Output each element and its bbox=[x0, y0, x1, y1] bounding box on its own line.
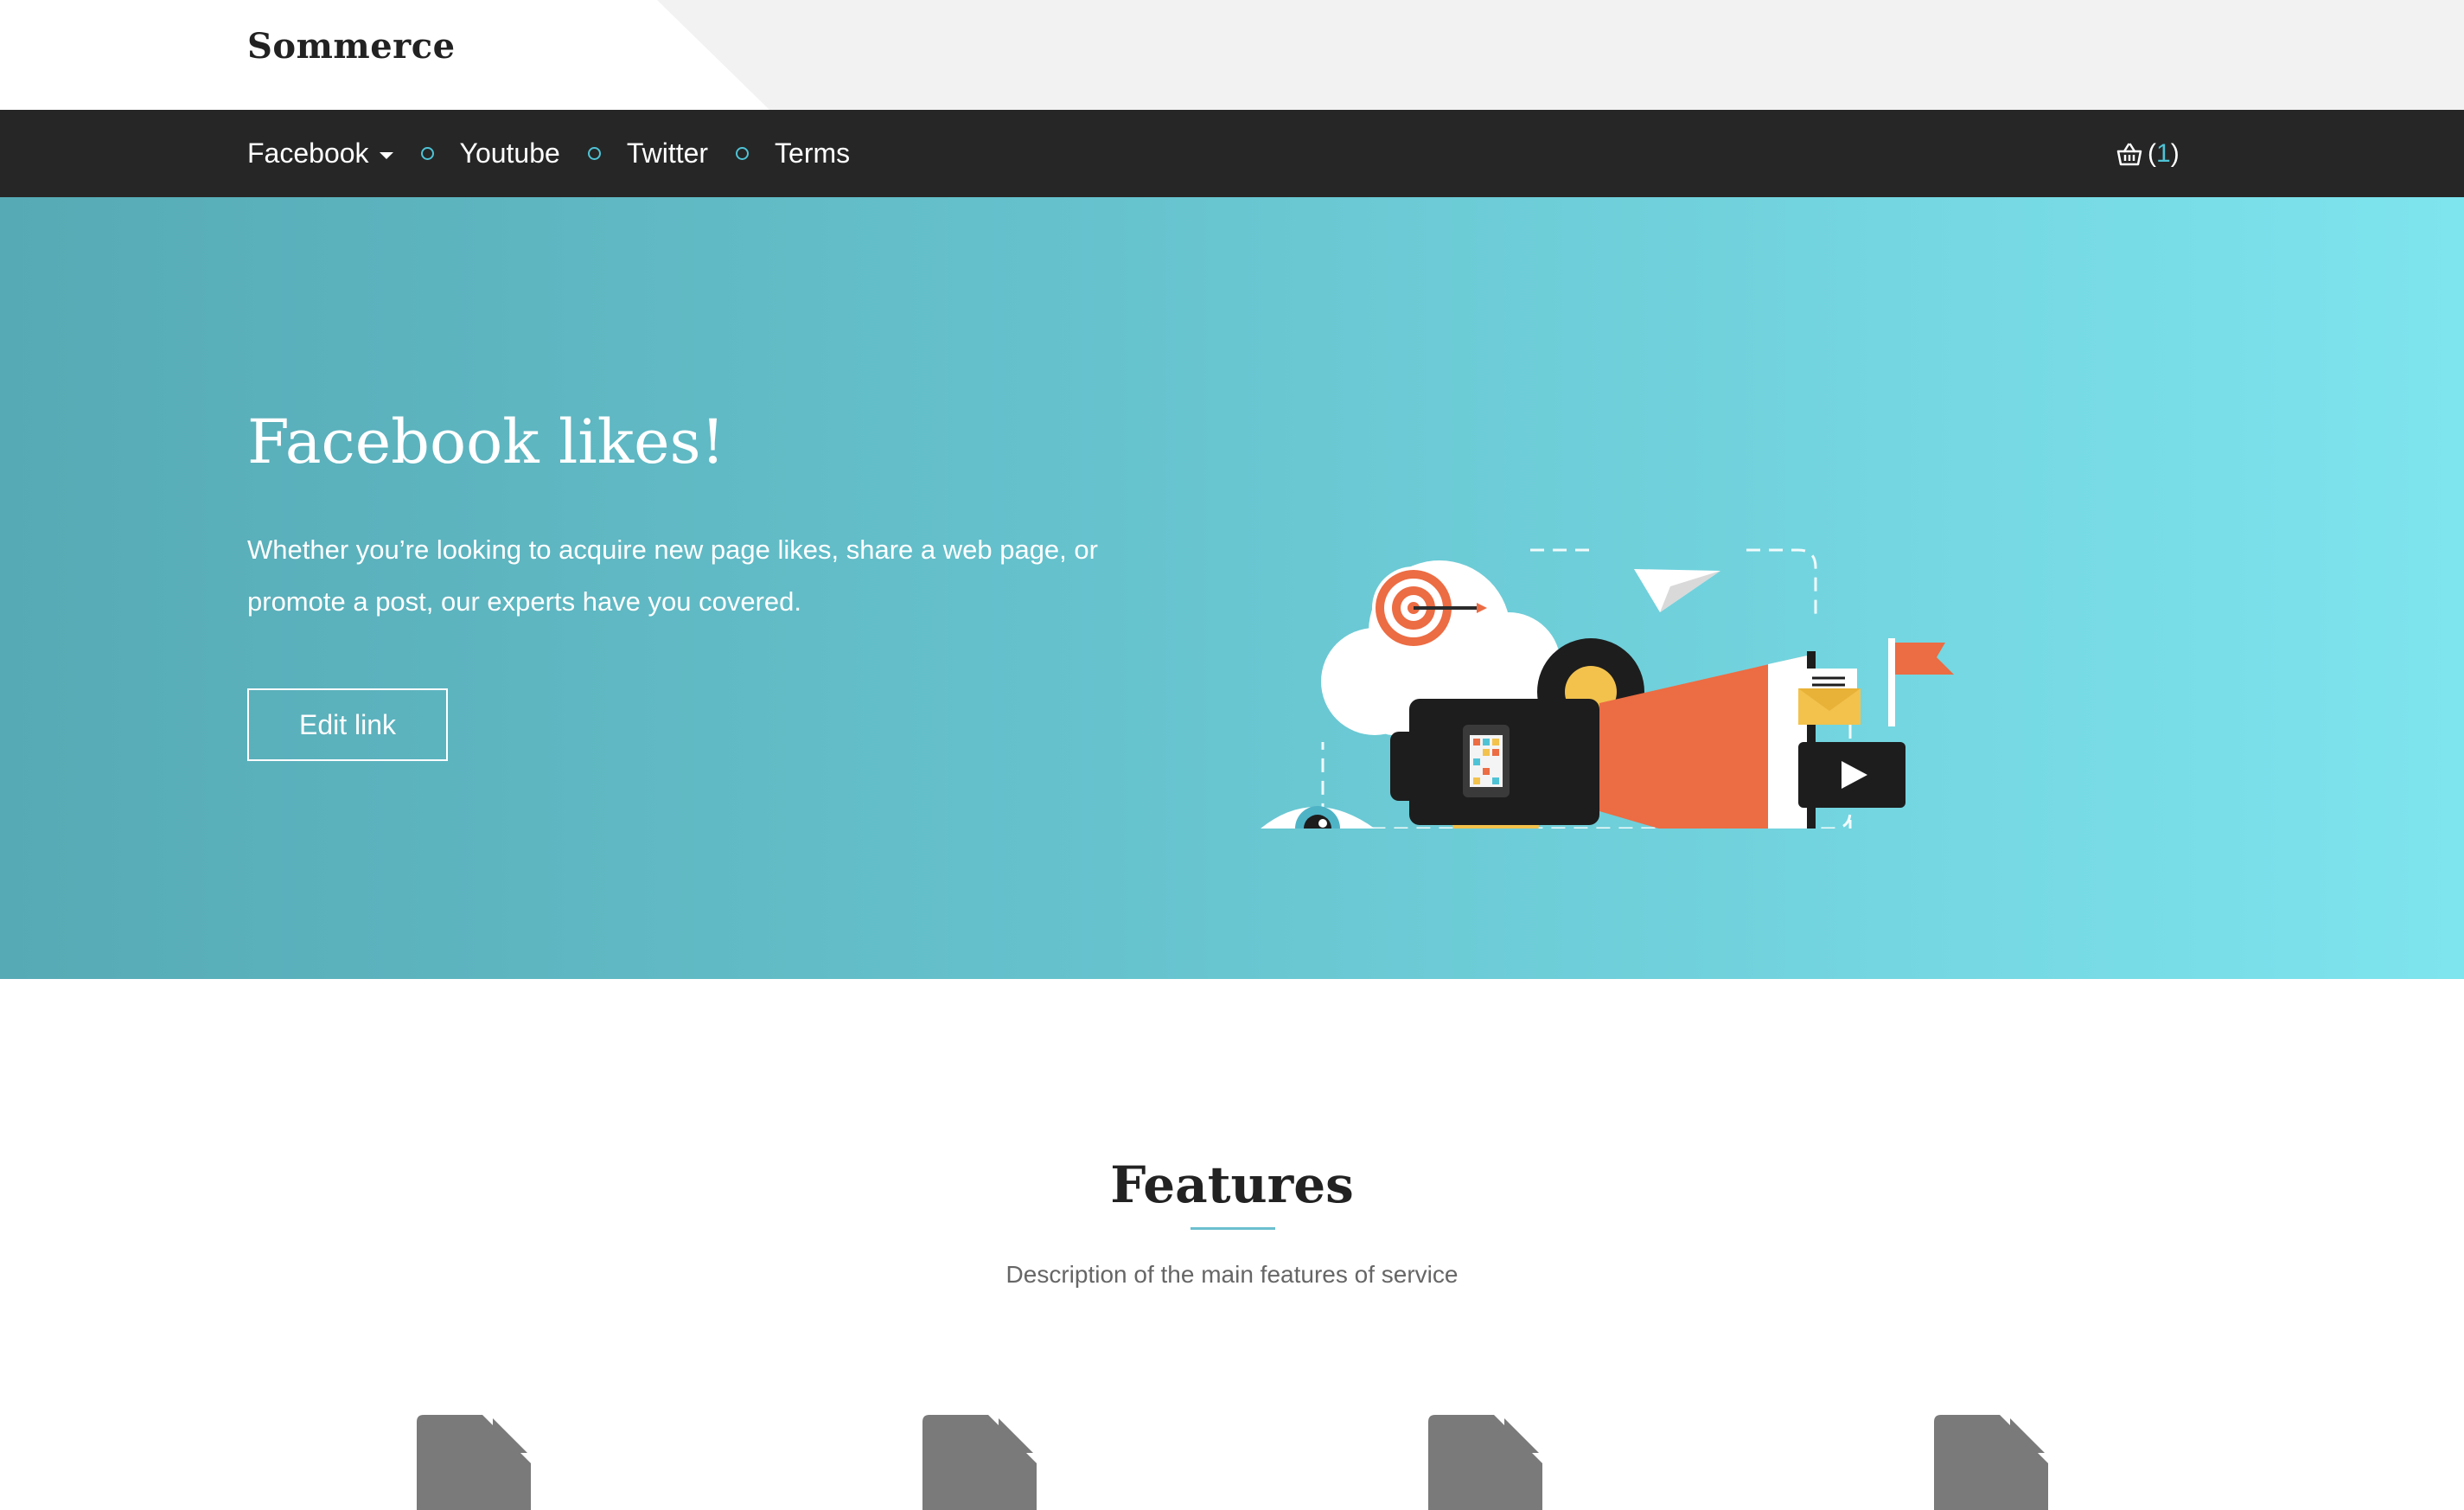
nav-separator-icon bbox=[587, 147, 601, 160]
caret-down-icon bbox=[379, 151, 393, 159]
flag-icon bbox=[1888, 638, 1954, 726]
hero-title: Facebook likes! bbox=[247, 406, 725, 477]
file-icon bbox=[1934, 1415, 2048, 1510]
nav-item-label: Terms bbox=[775, 138, 851, 169]
file-icon bbox=[1428, 1415, 1542, 1510]
nav-item-twitter[interactable]: Twitter bbox=[627, 138, 708, 170]
megaphone-illustration bbox=[1261, 548, 1954, 829]
hero-description: Whether you’re looking to acquire new pa… bbox=[247, 534, 1098, 617]
features-divider bbox=[1191, 1227, 1275, 1230]
video-player-icon bbox=[1798, 742, 1905, 808]
nav-item-facebook[interactable]: Facebook bbox=[247, 138, 393, 170]
envelope-icon bbox=[1798, 669, 1861, 725]
cart-paren-open: ( bbox=[2148, 138, 2156, 168]
file-icon bbox=[922, 1415, 1037, 1510]
paper-plane-icon bbox=[1634, 569, 1720, 612]
cart-count: 1 bbox=[2156, 138, 2171, 168]
nav-separator-icon bbox=[736, 147, 750, 160]
nav-item-terms[interactable]: Terms bbox=[775, 138, 850, 170]
nav-menu: Facebook Youtube Twitter Terms bbox=[247, 110, 850, 197]
brand-logo[interactable]: Sommerce bbox=[247, 26, 456, 67]
file-icon bbox=[417, 1415, 531, 1510]
nav-item-label: Youtube bbox=[459, 138, 560, 169]
nav-separator-icon bbox=[420, 147, 434, 160]
edit-link-button[interactable]: Edit link bbox=[247, 688, 448, 761]
brand-bar: Sommerce bbox=[0, 0, 2464, 110]
nav-item-label: Twitter bbox=[626, 138, 709, 169]
cart-paren-close: ) bbox=[2170, 138, 2180, 168]
nav-item-label: Facebook bbox=[247, 138, 369, 169]
cart-button[interactable]: ( 1 ) bbox=[2116, 110, 2180, 197]
hero-section: Facebook likes! Whether you’re looking t… bbox=[0, 197, 2464, 979]
features-subtitle: Description of the main features of serv… bbox=[1005, 1261, 1459, 1288]
nav-item-youtube[interactable]: Youtube bbox=[460, 138, 560, 170]
eye-icon bbox=[1261, 806, 1375, 829]
basket-icon bbox=[2116, 143, 2142, 165]
features-title: Features bbox=[1110, 1155, 1354, 1214]
navbar: Facebook Youtube Twitter Terms ( 1 ) bbox=[0, 110, 2464, 197]
